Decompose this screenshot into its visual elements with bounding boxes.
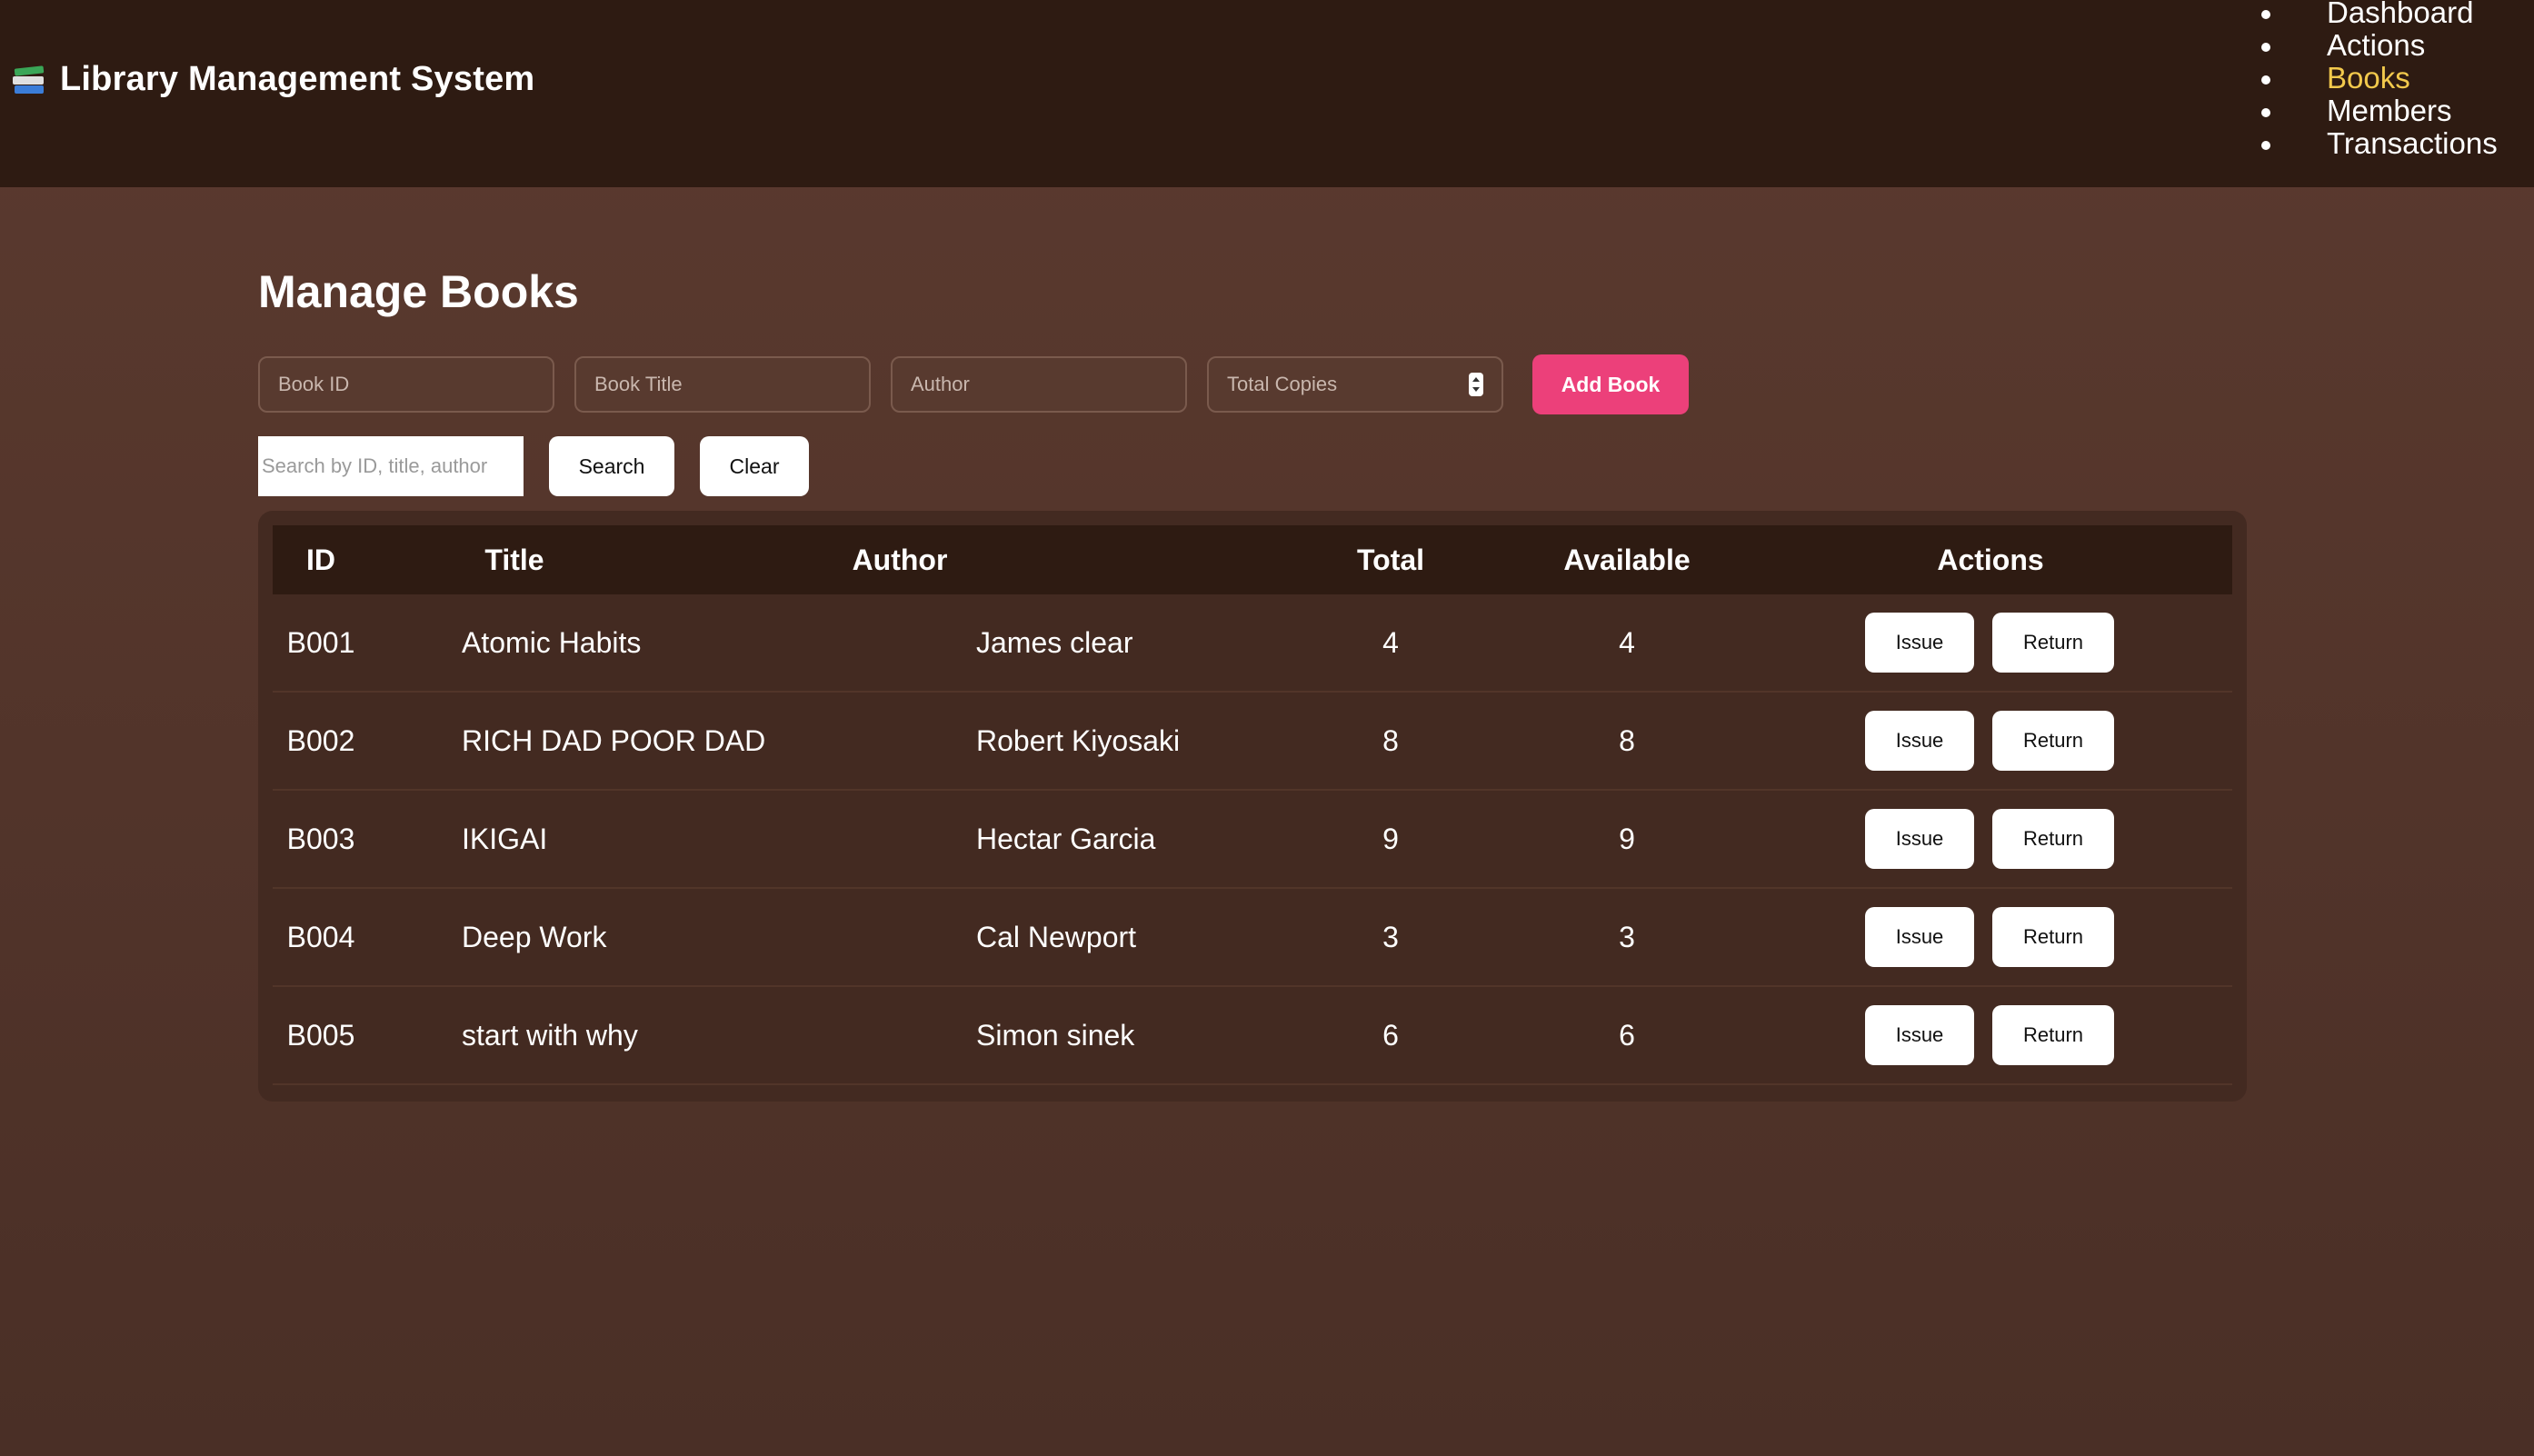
table-row: B001 Atomic Habits James clear 4 4 Issue… — [273, 594, 2232, 693]
column-header-title: Title — [484, 544, 544, 576]
cell-total: 9 — [1382, 823, 1399, 855]
cell-available: 4 — [1619, 626, 1635, 659]
total-copies-placeholder: Total Copies — [1227, 373, 1338, 395]
cell-available: 3 — [1619, 921, 1635, 953]
row-actions: Issue Return — [1865, 809, 2120, 869]
return-button[interactable]: Return — [1992, 613, 2114, 673]
cell-author: James clear — [976, 626, 1133, 659]
search-input[interactable]: Search by ID, title, author — [258, 436, 524, 496]
books-icon — [13, 62, 45, 98]
app-title: Library Management System — [60, 60, 535, 98]
row-actions: Issue Return — [1865, 1005, 2120, 1065]
row-actions: Issue Return — [1865, 907, 2120, 967]
book-title-placeholder: Book Title — [594, 373, 683, 395]
issue-button[interactable]: Issue — [1865, 711, 1974, 771]
cell-available: 6 — [1619, 1019, 1635, 1052]
table-row: B003 IKIGAI Hectar Garcia 9 9 Issue Retu… — [273, 791, 2232, 889]
brand: Library Management System — [13, 60, 534, 99]
stepper-icon[interactable] — [1469, 373, 1483, 396]
top-header: Library Management System Dashboard Acti… — [0, 0, 2534, 187]
cell-total: 3 — [1382, 921, 1399, 953]
add-book-button[interactable]: Add Book — [1532, 354, 1689, 414]
total-copies-input[interactable]: Total Copies — [1207, 356, 1503, 413]
column-header-author: Author — [852, 544, 948, 576]
books-table: ID Title Author Total Available Actions … — [258, 511, 2247, 1102]
column-header-available: Available — [1563, 544, 1691, 576]
add-book-form: Book ID Book Title Author Total Copies A… — [258, 354, 1689, 414]
column-header-total: Total — [1356, 544, 1425, 576]
cell-title: IKIGAI — [462, 823, 548, 855]
issue-button[interactable]: Issue — [1865, 809, 1974, 869]
cell-author: Cal Newport — [976, 921, 1137, 953]
row-actions: Issue Return — [1865, 613, 2120, 673]
table-row: B002 RICH DAD POOR DAD Robert Kiyosaki 8… — [273, 693, 2232, 791]
cell-title: RICH DAD POOR DAD — [462, 724, 766, 757]
column-header-actions: Actions — [1937, 544, 2044, 576]
row-actions: Issue Return — [1865, 711, 2120, 771]
nav-item-books[interactable]: Books — [2254, 62, 2498, 95]
search-placeholder: Search by ID, title, author — [262, 454, 488, 477]
cell-title: Deep Work — [462, 921, 607, 953]
cell-id: B001 — [286, 626, 355, 659]
clear-button[interactable]: Clear — [700, 436, 809, 496]
cell-total: 6 — [1382, 1019, 1399, 1052]
cell-available: 8 — [1619, 724, 1635, 757]
nav-item-transactions[interactable]: Transactions — [2254, 127, 2498, 160]
return-button[interactable]: Return — [1992, 809, 2114, 869]
search-bar: Search by ID, title, author Search Clear — [258, 436, 809, 496]
nav-item-actions[interactable]: Actions — [2254, 29, 2498, 62]
cell-author: Simon sinek — [976, 1019, 1135, 1052]
table-header: ID Title Author Total Available Actions — [273, 525, 2232, 594]
table-row: B005 start with why Simon sinek 6 6 Issu… — [273, 987, 2232, 1085]
nav-item-dashboard[interactable]: Dashboard — [2254, 0, 2498, 29]
cell-id: B004 — [286, 921, 355, 953]
search-button[interactable]: Search — [549, 436, 674, 496]
table-row: B004 Deep Work Cal Newport 3 3 Issue Ret… — [273, 889, 2232, 987]
cell-title: start with why — [462, 1019, 638, 1052]
nav-item-members[interactable]: Members — [2254, 95, 2498, 127]
cell-id: B002 — [286, 724, 355, 757]
cell-author: Hectar Garcia — [976, 823, 1156, 855]
cell-id: B003 — [286, 823, 355, 855]
cell-total: 4 — [1382, 626, 1399, 659]
cell-title: Atomic Habits — [462, 626, 642, 659]
book-title-input[interactable]: Book Title — [574, 356, 871, 413]
cell-total: 8 — [1382, 724, 1399, 757]
return-button[interactable]: Return — [1992, 1005, 2114, 1065]
cell-id: B005 — [286, 1019, 355, 1052]
column-header-id: ID — [306, 544, 335, 576]
book-id-placeholder: Book ID — [278, 373, 350, 395]
main-nav: Dashboard Actions Books Members Transact… — [2254, 0, 2498, 160]
issue-button[interactable]: Issue — [1865, 613, 1974, 673]
cell-author: Robert Kiyosaki — [976, 724, 1181, 757]
cell-available: 9 — [1619, 823, 1635, 855]
issue-button[interactable]: Issue — [1865, 907, 1974, 967]
author-placeholder: Author — [911, 373, 970, 395]
page-title: Manage Books — [258, 266, 579, 317]
author-input[interactable]: Author — [891, 356, 1187, 413]
return-button[interactable]: Return — [1992, 907, 2114, 967]
book-id-input[interactable]: Book ID — [258, 356, 554, 413]
return-button[interactable]: Return — [1992, 711, 2114, 771]
issue-button[interactable]: Issue — [1865, 1005, 1974, 1065]
